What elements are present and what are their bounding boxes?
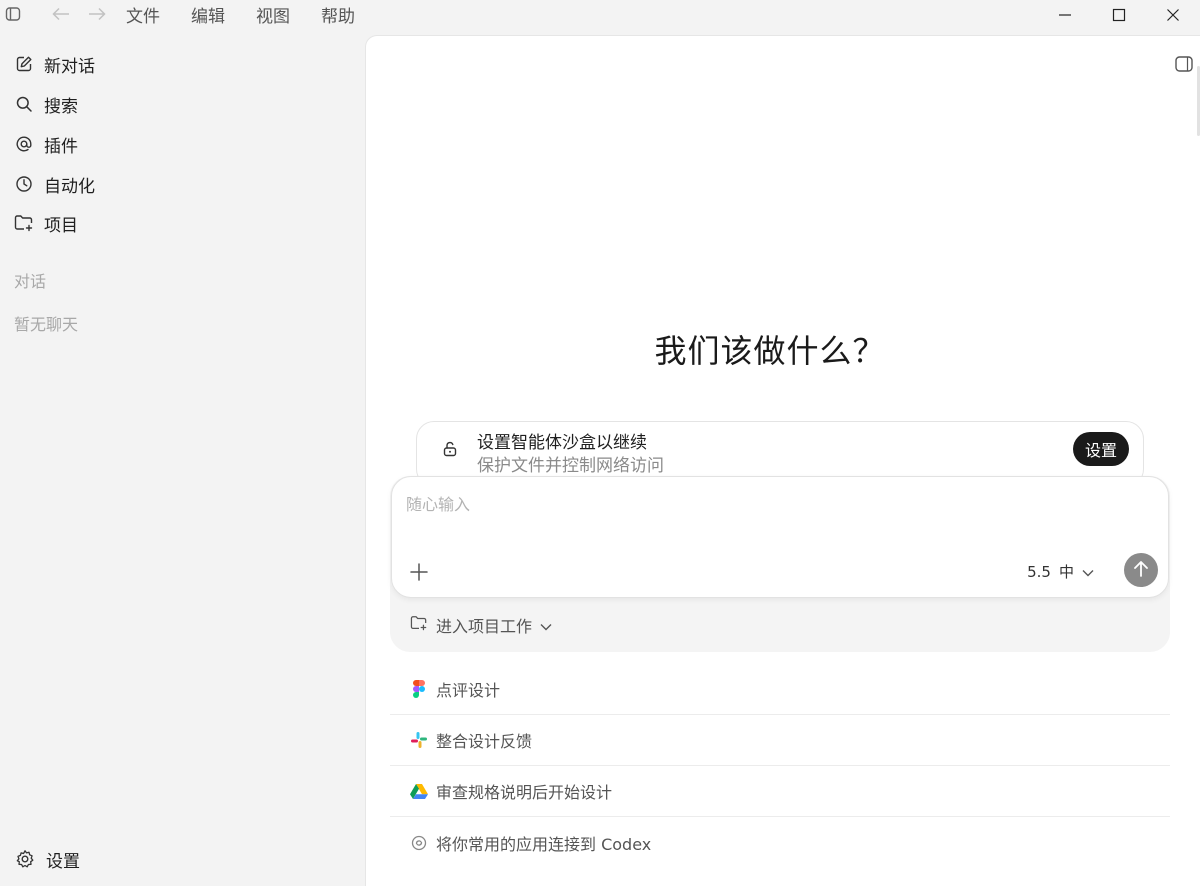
figma-icon	[410, 680, 428, 698]
sidebar-item-label: 项目	[44, 215, 78, 236]
gear-icon	[14, 848, 36, 870]
chevron-down-icon	[1082, 563, 1094, 581]
sandbox-subtitle: 保护文件并控制网络访问	[477, 456, 664, 476]
menu-edit[interactable]: 编辑	[191, 2, 225, 27]
title-bar-left	[2, 3, 108, 25]
app-window: 文件 编辑 视图 帮助 新对话 搜索 插件 自动化 项目 对话 暂无聊天 设置 …	[0, 0, 1200, 886]
right-panel-toggle-icon[interactable]	[1174, 54, 1194, 74]
arrow-up-icon	[1133, 560, 1149, 581]
suggestion-list: 点评设计 整合设计反馈 审查规格说明后开始设计 将你常用的应用连接到 Codex	[390, 664, 1170, 868]
sidebar-item-label: 自动化	[44, 176, 95, 197]
sidebar-item-search[interactable]: 搜索	[14, 88, 78, 120]
back-arrow-icon[interactable]	[50, 3, 72, 25]
suggestion-item[interactable]: 整合设计反馈	[390, 715, 1170, 766]
message-input[interactable]	[406, 495, 1146, 514]
sidebar-item-label: 插件	[44, 136, 78, 157]
forward-arrow-icon[interactable]	[86, 3, 108, 25]
add-attachment-icon[interactable]	[408, 561, 430, 583]
menu-view[interactable]: 视图	[256, 2, 290, 27]
at-icon	[14, 134, 34, 154]
folder-add-icon	[410, 615, 428, 635]
message-composer: 5.5 中	[391, 476, 1169, 598]
connect-app-icon	[410, 834, 428, 852]
project-selector[interactable]: 进入项目工作	[410, 613, 552, 637]
main-panel: 我们该做什么？ 设置智能体沙盒以继续 保护文件并控制网络访问 设置 5.5 中	[365, 35, 1200, 886]
google-drive-icon	[410, 782, 428, 800]
slack-icon	[410, 731, 428, 749]
menu-bar: 文件 编辑 视图 帮助	[126, 0, 355, 28]
sidebar-item-label: 新对话	[44, 56, 95, 77]
sidebar-item-new-chat[interactable]: 新对话	[14, 48, 95, 80]
sidebar-item-label: 搜索	[44, 96, 78, 117]
sidebar: 新对话 搜索 插件 自动化 项目 对话 暂无聊天 设置	[0, 36, 364, 886]
sandbox-setup-button[interactable]: 设置	[1072, 432, 1129, 466]
suggestion-label: 将你常用的应用连接到 Codex	[436, 834, 652, 854]
sidebar-toggle-icon[interactable]	[2, 3, 24, 25]
conversations-section-title: 对话	[14, 272, 47, 291]
window-controls	[1038, 0, 1200, 30]
suggestion-item[interactable]: 点评设计	[390, 664, 1170, 715]
suggestion-item[interactable]: 将你常用的应用连接到 Codex	[390, 817, 1170, 868]
suggestion-label: 审查规格说明后开始设计	[436, 783, 613, 802]
settings-label: 设置	[46, 851, 80, 872]
suggestion-label: 点评设计	[436, 681, 501, 700]
suggestion-label: 整合设计反馈	[436, 732, 533, 751]
close-button[interactable]	[1146, 0, 1200, 30]
menu-help[interactable]: 帮助	[321, 2, 355, 27]
sidebar-settings-button[interactable]: 设置	[14, 846, 80, 872]
sidebar-item-projects[interactable]: 项目	[14, 207, 78, 239]
folder-add-icon	[14, 213, 34, 233]
page-heading: 我们该做什么？	[654, 332, 886, 370]
unlock-icon	[441, 440, 459, 458]
menu-file[interactable]: 文件	[126, 2, 160, 27]
title-bar: 文件 编辑 视图 帮助	[0, 0, 1200, 30]
sidebar-item-automation[interactable]: 自动化	[14, 168, 95, 200]
search-icon	[14, 94, 34, 114]
sidebar-item-plugins[interactable]: 插件	[14, 128, 78, 160]
chevron-down-icon	[540, 616, 552, 635]
minimize-button[interactable]	[1038, 0, 1092, 30]
model-version: 5.5	[1027, 562, 1051, 581]
suggestion-item[interactable]: 审查规格说明后开始设计	[390, 766, 1170, 817]
project-selector-label: 进入项目工作	[436, 617, 533, 636]
maximize-button[interactable]	[1092, 0, 1146, 30]
model-selector[interactable]: 5.5 中	[1027, 561, 1094, 582]
model-level: 中	[1058, 563, 1074, 581]
empty-chats-text: 暂无聊天	[14, 315, 79, 334]
edit-icon	[14, 54, 34, 74]
send-button[interactable]	[1124, 553, 1158, 587]
clock-icon	[14, 174, 34, 194]
sandbox-title: 设置智能体沙盒以继续	[477, 433, 647, 453]
